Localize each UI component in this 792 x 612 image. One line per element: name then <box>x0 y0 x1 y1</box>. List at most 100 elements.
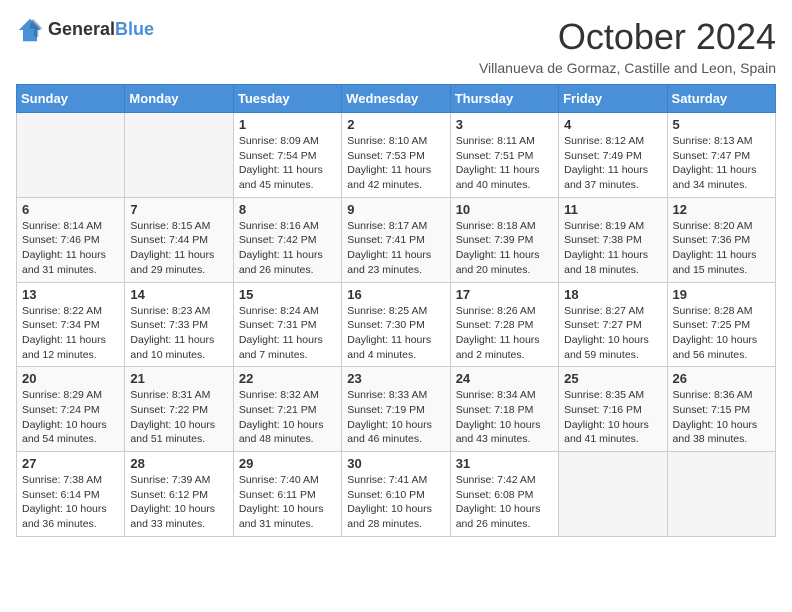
calendar-day-cell: 29Sunrise: 7:40 AM Sunset: 6:11 PM Dayli… <box>233 452 341 537</box>
day-number: 10 <box>456 202 553 217</box>
day-number: 23 <box>347 371 444 386</box>
day-info: Sunrise: 8:32 AM Sunset: 7:21 PM Dayligh… <box>239 388 336 447</box>
day-info: Sunrise: 8:27 AM Sunset: 7:27 PM Dayligh… <box>564 304 661 363</box>
day-number: 18 <box>564 287 661 302</box>
day-number: 5 <box>673 117 770 132</box>
day-info: Sunrise: 8:28 AM Sunset: 7:25 PM Dayligh… <box>673 304 770 363</box>
day-info: Sunrise: 8:29 AM Sunset: 7:24 PM Dayligh… <box>22 388 119 447</box>
calendar-week-row: 1 Sunrise: 8:09 AM Sunset: 7:54 PM Daylig… <box>17 113 776 198</box>
day-info: Sunrise: 7:41 AM Sunset: 6:10 PM Dayligh… <box>347 473 444 532</box>
calendar-day-cell: 31 Sunrise: 7:42 AM Sunset: 6:08 PM Dayli… <box>450 452 558 537</box>
day-info: Sunrise: 7:39 AM Sunset: 6:12 PM Dayligh… <box>130 473 227 532</box>
day-number: 17 <box>456 287 553 302</box>
day-number: 13 <box>22 287 119 302</box>
calendar-header-cell: Sunday <box>17 85 125 113</box>
calendar-day-cell: 17 Sunrise: 8:26 AM Sunset: 7:28 PM Dayli… <box>450 282 558 367</box>
day-info: Sunrise: 8:33 AM Sunset: 7:19 PM Dayligh… <box>347 388 444 447</box>
day-number: 21 <box>130 371 227 386</box>
day-info: Sunrise: 8:19 AM Sunset: 7:38 PM Dayligh… <box>564 219 661 278</box>
calendar-day-cell: 14 Sunrise: 8:23 AM Sunset: 7:33 PM Dayli… <box>125 282 233 367</box>
day-number: 30 <box>347 456 444 471</box>
day-info: Sunrise: 8:13 AM Sunset: 7:47 PM Dayligh… <box>673 134 770 193</box>
day-info: Sunrise: 8:36 AM Sunset: 7:15 PM Dayligh… <box>673 388 770 447</box>
day-info: Sunrise: 8:14 AM Sunset: 7:46 PM Dayligh… <box>22 219 119 278</box>
day-number: 14 <box>130 287 227 302</box>
day-info: Sunrise: 8:24 AM Sunset: 7:31 PM Dayligh… <box>239 304 336 363</box>
month-title: October 2024 <box>479 16 776 58</box>
day-info: Sunrise: 8:10 AM Sunset: 7:53 PM Dayligh… <box>347 134 444 193</box>
day-number: 3 <box>456 117 553 132</box>
calendar-day-cell: 6 Sunrise: 8:14 AM Sunset: 7:46 PM Daylig… <box>17 197 125 282</box>
calendar-day-cell: 24Sunrise: 8:34 AM Sunset: 7:18 PM Dayli… <box>450 367 558 452</box>
logo: GeneralBlue <box>16 16 154 44</box>
calendar-day-cell: 25 Sunrise: 8:35 AM Sunset: 7:16 PM Dayli… <box>559 367 667 452</box>
calendar-day-cell: 16Sunrise: 8:25 AM Sunset: 7:30 PM Dayli… <box>342 282 450 367</box>
calendar-day-cell <box>559 452 667 537</box>
location-subtitle: Villanueva de Gormaz, Castille and Leon,… <box>479 60 776 76</box>
calendar-day-cell: 28 Sunrise: 7:39 AM Sunset: 6:12 PM Dayli… <box>125 452 233 537</box>
day-number: 12 <box>673 202 770 217</box>
day-info: Sunrise: 8:17 AM Sunset: 7:41 PM Dayligh… <box>347 219 444 278</box>
calendar-week-row: 20 Sunrise: 8:29 AM Sunset: 7:24 PM Dayli… <box>17 367 776 452</box>
day-info: Sunrise: 8:35 AM Sunset: 7:16 PM Dayligh… <box>564 388 661 447</box>
calendar-day-cell: 30 Sunrise: 7:41 AM Sunset: 6:10 PM Dayli… <box>342 452 450 537</box>
calendar-day-cell: 26 Sunrise: 8:36 AM Sunset: 7:15 PM Dayli… <box>667 367 775 452</box>
calendar-day-cell: 23 Sunrise: 8:33 AM Sunset: 7:19 PM Dayli… <box>342 367 450 452</box>
title-section: October 2024 Villanueva de Gormaz, Casti… <box>479 16 776 76</box>
page-header: GeneralBlue October 2024 Villanueva de G… <box>16 16 776 76</box>
day-info: Sunrise: 7:42 AM Sunset: 6:08 PM Dayligh… <box>456 473 553 532</box>
day-number: 4 <box>564 117 661 132</box>
calendar-day-cell: 15Sunrise: 8:24 AM Sunset: 7:31 PM Dayli… <box>233 282 341 367</box>
day-info: Sunrise: 8:22 AM Sunset: 7:34 PM Dayligh… <box>22 304 119 363</box>
calendar-day-cell: 9 Sunrise: 8:17 AM Sunset: 7:41 PM Daylig… <box>342 197 450 282</box>
day-number: 29 <box>239 456 336 471</box>
day-info: Sunrise: 8:18 AM Sunset: 7:39 PM Dayligh… <box>456 219 553 278</box>
day-info: Sunrise: 8:15 AM Sunset: 7:44 PM Dayligh… <box>130 219 227 278</box>
calendar-day-cell: 10 Sunrise: 8:18 AM Sunset: 7:39 PM Dayli… <box>450 197 558 282</box>
calendar-header-cell: Friday <box>559 85 667 113</box>
day-info: Sunrise: 8:12 AM Sunset: 7:49 PM Dayligh… <box>564 134 661 193</box>
day-number: 9 <box>347 202 444 217</box>
calendar-day-cell: 8 Sunrise: 8:16 AM Sunset: 7:42 PM Daylig… <box>233 197 341 282</box>
day-info: Sunrise: 8:26 AM Sunset: 7:28 PM Dayligh… <box>456 304 553 363</box>
day-number: 7 <box>130 202 227 217</box>
logo-icon <box>16 16 44 44</box>
calendar-day-cell: 12 Sunrise: 8:20 AM Sunset: 7:36 PM Dayli… <box>667 197 775 282</box>
calendar-day-cell: 21 Sunrise: 8:31 AM Sunset: 7:22 PM Dayli… <box>125 367 233 452</box>
calendar-day-cell: 5 Sunrise: 8:13 AM Sunset: 7:47 PM Daylig… <box>667 113 775 198</box>
day-info: Sunrise: 8:23 AM Sunset: 7:33 PM Dayligh… <box>130 304 227 363</box>
calendar-week-row: 27Sunrise: 7:38 AM Sunset: 6:14 PM Dayli… <box>17 452 776 537</box>
day-number: 11 <box>564 202 661 217</box>
day-number: 31 <box>456 456 553 471</box>
day-number: 8 <box>239 202 336 217</box>
day-info: Sunrise: 8:09 AM Sunset: 7:54 PM Dayligh… <box>239 134 336 193</box>
calendar-header-cell: Tuesday <box>233 85 341 113</box>
calendar-week-row: 13 Sunrise: 8:22 AM Sunset: 7:34 PM Dayli… <box>17 282 776 367</box>
day-number: 24 <box>456 371 553 386</box>
calendar-header-cell: Thursday <box>450 85 558 113</box>
day-number: 6 <box>22 202 119 217</box>
calendar-header-cell: Saturday <box>667 85 775 113</box>
day-number: 22 <box>239 371 336 386</box>
day-info: Sunrise: 8:11 AM Sunset: 7:51 PM Dayligh… <box>456 134 553 193</box>
day-number: 1 <box>239 117 336 132</box>
calendar-day-cell: 11 Sunrise: 8:19 AM Sunset: 7:38 PM Dayli… <box>559 197 667 282</box>
calendar-day-cell: 3 Sunrise: 8:11 AM Sunset: 7:51 PM Daylig… <box>450 113 558 198</box>
day-number: 25 <box>564 371 661 386</box>
day-info: Sunrise: 8:20 AM Sunset: 7:36 PM Dayligh… <box>673 219 770 278</box>
calendar-day-cell: 27Sunrise: 7:38 AM Sunset: 6:14 PM Dayli… <box>17 452 125 537</box>
day-number: 26 <box>673 371 770 386</box>
calendar-day-cell: 1 Sunrise: 8:09 AM Sunset: 7:54 PM Daylig… <box>233 113 341 198</box>
day-info: Sunrise: 8:16 AM Sunset: 7:42 PM Dayligh… <box>239 219 336 278</box>
day-info: Sunrise: 7:38 AM Sunset: 6:14 PM Dayligh… <box>22 473 119 532</box>
day-number: 28 <box>130 456 227 471</box>
logo-text: GeneralBlue <box>48 20 154 40</box>
calendar-body: 1 Sunrise: 8:09 AM Sunset: 7:54 PM Daylig… <box>17 113 776 537</box>
calendar-header-cell: Monday <box>125 85 233 113</box>
day-info: Sunrise: 8:31 AM Sunset: 7:22 PM Dayligh… <box>130 388 227 447</box>
calendar-day-cell: 20 Sunrise: 8:29 AM Sunset: 7:24 PM Dayli… <box>17 367 125 452</box>
calendar-week-row: 6 Sunrise: 8:14 AM Sunset: 7:46 PM Daylig… <box>17 197 776 282</box>
calendar-day-cell: 22 Sunrise: 8:32 AM Sunset: 7:21 PM Dayli… <box>233 367 341 452</box>
calendar-table: SundayMondayTuesdayWednesdayThursdayFrid… <box>16 84 776 537</box>
day-number: 20 <box>22 371 119 386</box>
